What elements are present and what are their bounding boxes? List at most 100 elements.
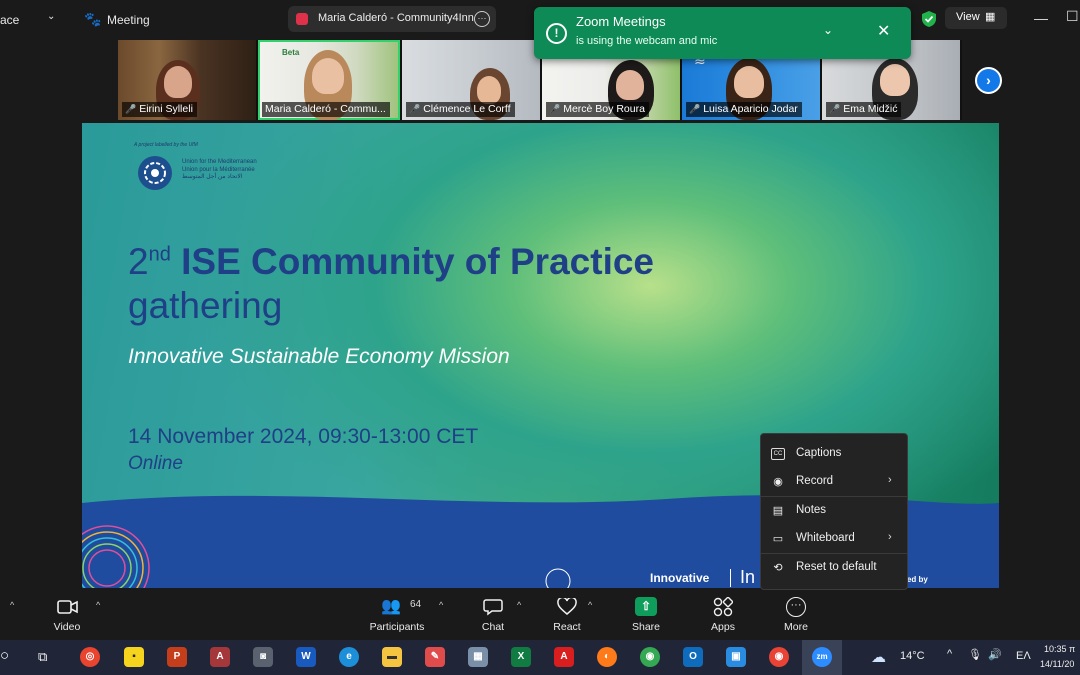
- camera-icon[interactable]: ◙: [253, 647, 273, 667]
- participant-tile[interactable]: 🎤 Eirini Sylleli: [118, 40, 256, 120]
- input-language[interactable]: ΕΛ: [1016, 650, 1031, 662]
- menu-item-record[interactable]: ◉ Record ›: [761, 468, 907, 496]
- minimize-icon[interactable]: —: [1034, 10, 1048, 26]
- menu-item-label: Record: [796, 475, 834, 487]
- participant-name-tag: 🎤 Eirini Sylleli: [122, 102, 197, 117]
- store-icon[interactable]: ▣: [726, 647, 746, 667]
- excel-icon[interactable]: X: [511, 647, 531, 667]
- grid-icon: ▦: [985, 11, 996, 23]
- participant-name-tag: 🎤 Clémence Le Corff: [406, 102, 515, 117]
- chrome-profile-icon[interactable]: ◉: [769, 647, 789, 667]
- ufm-name: Union for the Mediterranean Union pour l…: [182, 159, 257, 182]
- chevron-down-icon[interactable]: ⌄: [47, 11, 55, 22]
- participant-name-tag: 🎤 Mercè Boy Roura: [546, 102, 649, 117]
- sticky-notes-icon[interactable]: ▪: [124, 647, 144, 667]
- menu-item-whiteboard[interactable]: ▭ Whiteboard ›: [761, 525, 907, 553]
- audio-options-caret-icon[interactable]: ^: [10, 600, 14, 610]
- mic-muted-icon: 🎤: [689, 104, 701, 114]
- participant-name-tag: Maria Calderó - Commu...: [262, 102, 390, 117]
- participant-name: Maria Calderó - Commu...: [265, 103, 386, 115]
- slide-title-line2: gathering: [128, 285, 283, 326]
- volume-icon[interactable]: 🔊: [988, 648, 1002, 661]
- shared-window-tab[interactable]: Maria Calderó - Community4Inn ···: [288, 6, 496, 32]
- participant-name: Eirini Sylleli: [139, 103, 193, 115]
- menu-item-reset[interactable]: ⟲ Reset to default: [761, 554, 907, 582]
- firefox-icon[interactable]: ◐: [597, 647, 617, 667]
- tray-chevron-up-icon[interactable]: ^: [947, 648, 952, 660]
- participant-name: Mercè Boy Roura: [563, 103, 645, 115]
- edge-icon[interactable]: e: [339, 647, 359, 667]
- search-icon[interactable]: ○: [0, 647, 9, 664]
- ufm-label-tag: A project labelled by the UfM: [134, 142, 198, 148]
- webcam-notification-toast[interactable]: ! Zoom Meetings is using the webcam and …: [534, 7, 911, 59]
- next-page-arrow-icon[interactable]: ›: [975, 67, 1002, 94]
- calculator-icon[interactable]: ▦: [468, 647, 488, 667]
- share-label: Share: [631, 621, 661, 633]
- heart-icon: [557, 598, 577, 615]
- chat-button[interactable]: Chat: [458, 588, 528, 640]
- chat-options-caret-icon[interactable]: ^: [517, 600, 521, 610]
- footer-divider: [730, 569, 731, 587]
- apps-grid-icon: [713, 597, 733, 617]
- ufm-logo: [138, 156, 172, 190]
- chevron-down-icon[interactable]: ⌄: [823, 23, 833, 37]
- participant-face: [312, 58, 344, 94]
- file-explorer-icon[interactable]: ▬: [382, 647, 402, 667]
- mic-muted-icon: 🎤: [549, 104, 561, 114]
- more-options-icon[interactable]: ···: [474, 11, 490, 27]
- weather-temperature[interactable]: 14°C: [900, 650, 925, 662]
- participant-face: [616, 70, 644, 100]
- participant-tile[interactable]: 🎤 Clémence Le Corff: [402, 40, 540, 120]
- apps-label: Apps: [711, 621, 735, 633]
- react-options-caret-icon[interactable]: ^: [588, 600, 592, 610]
- clock-time[interactable]: 10:35 π: [1044, 644, 1075, 654]
- alert-icon: !: [546, 23, 567, 44]
- powerpoint-icon[interactable]: P: [167, 647, 187, 667]
- clock-date[interactable]: 14/11/20: [1040, 659, 1074, 669]
- more-button[interactable]: ··· More: [761, 588, 831, 640]
- menu-item-captions[interactable]: CC Captions: [761, 440, 907, 468]
- menu-item-label: Whiteboard: [796, 532, 855, 544]
- video-options-caret-icon[interactable]: ^: [96, 600, 100, 610]
- participant-face: [880, 64, 910, 96]
- share-button[interactable]: ⇧ Share: [611, 588, 681, 640]
- react-button[interactable]: React: [532, 588, 602, 640]
- participant-name: Ema Midžić: [843, 103, 898, 115]
- word-icon[interactable]: W: [296, 647, 316, 667]
- paint-icon[interactable]: ✎: [425, 647, 445, 667]
- task-view-icon[interactable]: ⧉: [38, 649, 47, 665]
- slide-footer-logo-text: In: [740, 567, 756, 587]
- encryption-shield-icon[interactable]: [921, 10, 937, 28]
- meeting-label[interactable]: Meeting: [107, 13, 150, 27]
- close-icon[interactable]: ✕: [877, 21, 890, 41]
- participant-tile-active-speaker[interactable]: Beta Maria Calderó - Commu...: [258, 40, 400, 120]
- video-button[interactable]: Video: [32, 588, 102, 640]
- title-number: 2: [128, 241, 149, 282]
- more-dots-icon: ···: [786, 597, 806, 617]
- acrobat-icon[interactable]: A: [554, 647, 574, 667]
- access-icon[interactable]: A: [210, 647, 230, 667]
- participant-face: [734, 66, 764, 98]
- maximize-icon[interactable]: ☐: [1066, 8, 1079, 25]
- menu-item-notes[interactable]: ▤ Notes: [761, 497, 907, 525]
- zoom-icon[interactable]: zm: [812, 647, 832, 667]
- weather-cloud-icon[interactable]: ☁: [871, 648, 886, 666]
- participant-face: [477, 76, 501, 104]
- participants-options-caret-icon[interactable]: ^: [439, 600, 443, 610]
- view-label: View: [956, 11, 980, 23]
- more-menu: CC Captions ◉ Record › ▤ Notes ▭ Whitebo…: [760, 433, 908, 590]
- view-button[interactable]: View ▦: [945, 7, 1007, 29]
- more-label: More: [784, 621, 808, 633]
- title-bold: ISE Community of Practice: [181, 241, 654, 282]
- chrome-icon[interactable]: ◉: [640, 647, 660, 667]
- apps-button[interactable]: Apps: [688, 588, 758, 640]
- outlook-icon[interactable]: O: [683, 647, 703, 667]
- snipping-tool-icon[interactable]: ◎: [80, 647, 100, 667]
- participant-name-tag: 🎤 Luisa Aparicio Jodar: [686, 102, 802, 117]
- participant-face: [164, 66, 192, 98]
- participants-button[interactable]: 👥 64 Participants: [362, 588, 432, 640]
- microphone-icon[interactable]: 🎙: [968, 648, 982, 661]
- whiteboard-icon: ▭: [772, 533, 784, 545]
- chat-bubble-icon: [483, 599, 503, 616]
- meeting-info-icon[interactable]: 🐾: [84, 11, 101, 28]
